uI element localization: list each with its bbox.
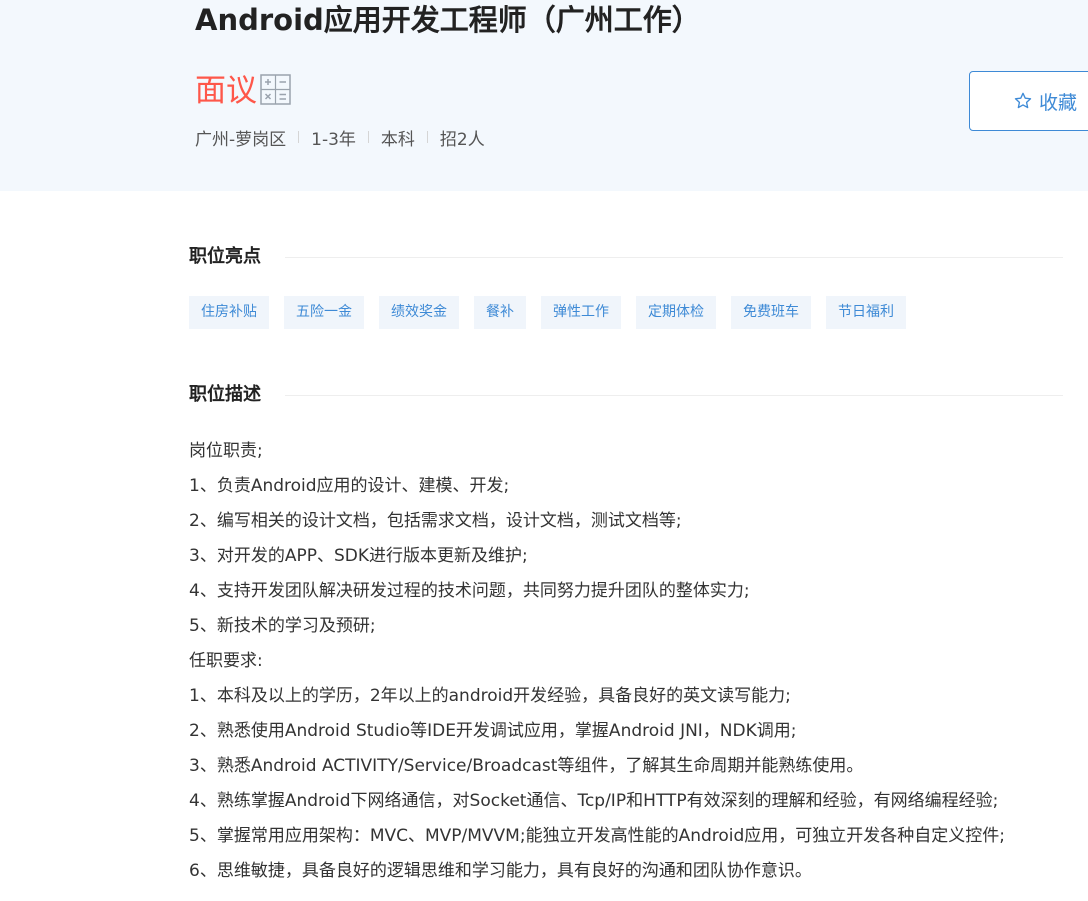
description-line: 任职要求: [189, 651, 263, 671]
meta-divider [367, 131, 369, 143]
description-line: 3、熟悉Android ACTIVITY/Service/Broadcast等组… [189, 756, 864, 776]
job-title: Android应用开发工程师（广州工作） [195, 3, 701, 37]
job-header: Android应用开发工程师（广州工作） 面议 广州-萝岗区 1-3年 本科 招… [0, 0, 1088, 191]
job-headcount: 招2人 [439, 129, 485, 150]
highlight-tag: 定期体检 [636, 296, 716, 329]
salary: 面议 [195, 73, 257, 109]
job-meta: 广州-萝岗区 1-3年 本科 招2人 [195, 125, 485, 150]
job-education: 本科 [380, 129, 415, 150]
highlight-tags: 住房补贴 五险一金 绩效奖金 餐补 弹性工作 定期体检 免费班车 节日福利 [189, 296, 921, 329]
highlight-tag: 餐补 [474, 296, 526, 329]
description-line: 2、熟悉使用Android Studio等IDE开发调试应用，掌握Android… [189, 721, 797, 741]
highlight-tag: 绩效奖金 [379, 296, 459, 329]
job-experience: 1-3年 [311, 129, 356, 150]
star-icon [1014, 92, 1032, 109]
section-divider [285, 257, 1063, 258]
description-line: 岗位职责; [189, 441, 263, 461]
highlight-tag: 弹性工作 [541, 296, 621, 329]
meta-divider [426, 131, 428, 143]
job-description: 岗位职责; 1、负责Android应用的设计、建模、开发; 2、编写相关的设计文… [189, 434, 1069, 889]
favorite-label: 收藏 [1039, 91, 1078, 114]
description-title: 职位描述 [189, 384, 261, 405]
highlight-tag: 住房补贴 [189, 296, 269, 329]
description-line: 1、负责Android应用的设计、建模、开发; [189, 476, 510, 496]
highlight-tag: 节日福利 [826, 296, 906, 329]
description-line: 6、思维敏捷，具备良好的逻辑思维和学习能力，具有良好的沟通和团队协作意识。 [189, 861, 812, 881]
description-line: 1、本科及以上的学历，2年以上的android开发经验，具备良好的英文读写能力; [189, 686, 791, 706]
description-line: 3、对开发的APP、SDK进行版本更新及维护; [189, 546, 528, 566]
meta-divider [298, 131, 300, 143]
highlights-title: 职位亮点 [189, 246, 261, 267]
highlight-tag: 五险一金 [284, 296, 364, 329]
description-line: 5、掌握常用应用架构：MVC、MVP/MVVM;能独立开发高性能的Android… [189, 826, 1006, 846]
highlight-tag: 免费班车 [731, 296, 811, 329]
calculator-icon[interactable] [260, 74, 291, 105]
description-line: 4、支持开发团队解决研发过程的技术问题，共同努力提升团队的整体实力; [189, 581, 750, 601]
section-divider [285, 395, 1063, 396]
description-line: 2、编写相关的设计文档，包括需求文档，设计文档，测试文档等; [189, 511, 682, 531]
description-line: 5、新技术的学习及预研; [189, 616, 376, 636]
job-location: 广州-萝岗区 [195, 129, 287, 150]
favorite-button[interactable]: 收藏 [969, 71, 1088, 131]
description-line: 4、熟练掌握Android下网络通信，对Socket通信、Tcp/IP和HTTP… [189, 791, 999, 811]
